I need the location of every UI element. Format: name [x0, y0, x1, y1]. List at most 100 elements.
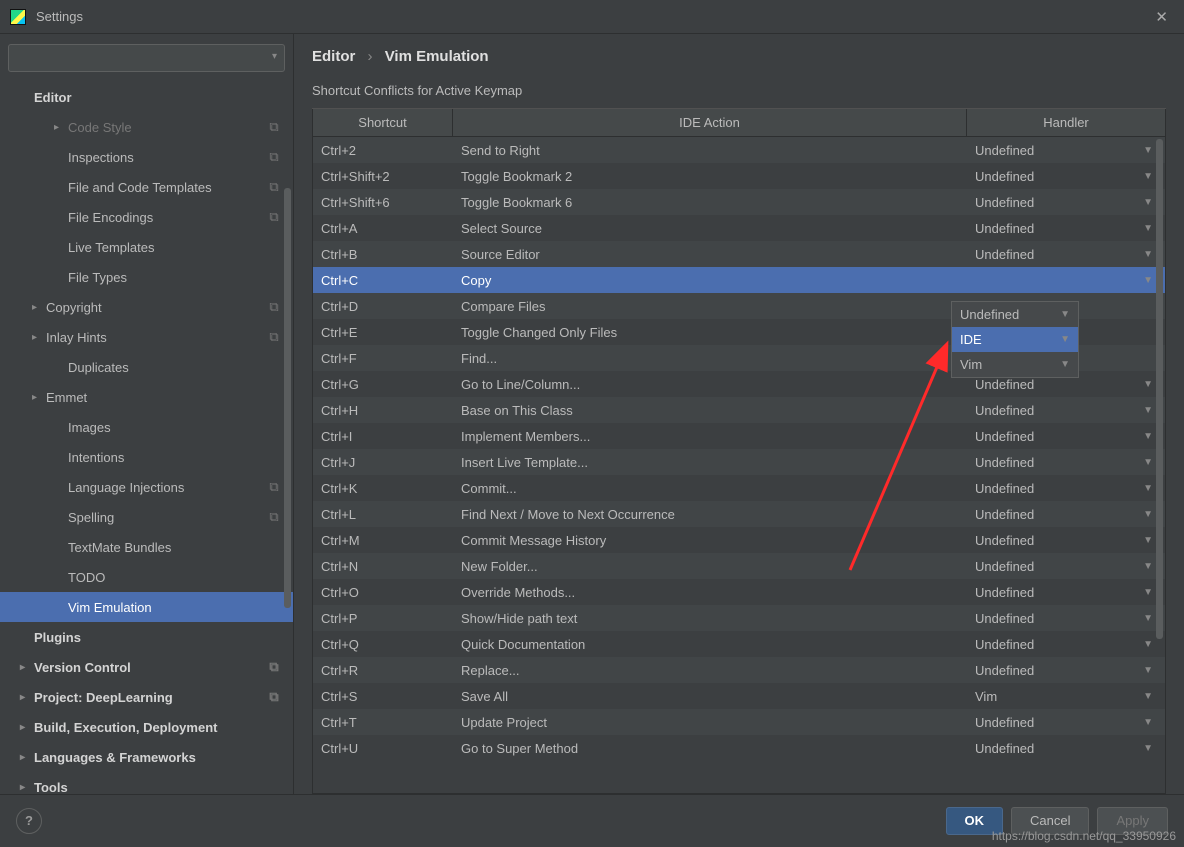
table-body[interactable]: Ctrl+2Send to RightUndefined▼Ctrl+Shift+… [313, 137, 1165, 787]
cell-handler[interactable]: Undefined▼ [967, 579, 1165, 605]
sidebar-item[interactable]: Intentions [0, 442, 293, 472]
table-row[interactable]: Ctrl+2Send to RightUndefined▼ [313, 137, 1165, 163]
dropdown-arrow-icon: ▼ [1060, 309, 1070, 320]
table-row[interactable]: Ctrl+NNew Folder...Undefined▼ [313, 553, 1165, 579]
sidebar-item[interactable]: ▸Copyright⧉ [0, 292, 293, 322]
table-row[interactable]: Ctrl+UGo to Super MethodUndefined▼ [313, 735, 1165, 761]
cell-handler[interactable]: Undefined▼ [967, 527, 1165, 553]
table-row[interactable]: Ctrl+JInsert Live Template...Undefined▼ [313, 449, 1165, 475]
cell-handler[interactable]: Vim▼ [967, 683, 1165, 709]
cell-handler[interactable]: Undefined▼ [967, 163, 1165, 189]
search-input[interactable] [8, 44, 285, 72]
sidebar-item[interactable]: ▸Project: DeepLearning⧉ [0, 682, 293, 712]
cell-action: Toggle Bookmark 6 [453, 189, 967, 215]
cell-handler[interactable]: Undefined▼ [967, 397, 1165, 423]
table-row[interactable]: Ctrl+LFind Next / Move to Next Occurrenc… [313, 501, 1165, 527]
table-row[interactable]: Ctrl+CCopy▼ [313, 267, 1165, 293]
handler-value: Undefined [975, 637, 1034, 652]
breadcrumb-root[interactable]: Editor [312, 48, 355, 65]
sidebar-item[interactable]: ▸Tools [0, 772, 293, 794]
table-row[interactable]: Ctrl+IImplement Members...Undefined▼ [313, 423, 1165, 449]
table-row[interactable]: Ctrl+TUpdate ProjectUndefined▼ [313, 709, 1165, 735]
sidebar-item[interactable]: Plugins [0, 622, 293, 652]
sidebar-item[interactable]: TODO [0, 562, 293, 592]
cell-handler[interactable]: Undefined▼ [967, 553, 1165, 579]
sidebar: ▾ Editor▸Code Style⧉Inspections⧉File and… [0, 34, 294, 794]
sidebar-item[interactable]: File and Code Templates⧉ [0, 172, 293, 202]
sidebar-item-label: Editor [34, 90, 263, 105]
scope-badge-icon: ⧉ [263, 479, 285, 495]
cell-shortcut: Ctrl+J [313, 449, 453, 475]
cell-shortcut: Ctrl+S [313, 683, 453, 709]
column-action[interactable]: IDE Action [453, 109, 967, 136]
dropdown-option[interactable]: Vim▼ [952, 352, 1078, 377]
cell-handler[interactable]: ▼ [967, 267, 1165, 293]
sidebar-item[interactable]: Live Templates [0, 232, 293, 262]
cell-handler[interactable]: Undefined▼ [967, 215, 1165, 241]
table-row[interactable]: Ctrl+PShow/Hide path textUndefined▼ [313, 605, 1165, 631]
sidebar-item-label: Duplicates [68, 360, 263, 375]
table-row[interactable]: Ctrl+RReplace...Undefined▼ [313, 657, 1165, 683]
table-row[interactable]: Ctrl+OOverride Methods...Undefined▼ [313, 579, 1165, 605]
cell-handler[interactable]: Undefined▼ [967, 449, 1165, 475]
cell-handler[interactable]: Undefined ▼ [967, 709, 1165, 735]
sidebar-item-label: Spelling [68, 510, 263, 525]
sidebar-item[interactable]: File Types [0, 262, 293, 292]
cell-handler[interactable]: Undefined▼ [967, 423, 1165, 449]
sidebar-item[interactable]: ▸Version Control⧉ [0, 652, 293, 682]
sidebar-item[interactable]: Images [0, 412, 293, 442]
sidebar-item[interactable]: Language Injections⧉ [0, 472, 293, 502]
dropdown-icon: ▼ [1143, 665, 1153, 676]
table-row[interactable]: Ctrl+KCommit...Undefined▼ [313, 475, 1165, 501]
sidebar-item[interactable]: ▸Languages & Frameworks [0, 742, 293, 772]
handler-value: Undefined [975, 533, 1034, 548]
sidebar-scrollbar[interactable] [284, 188, 291, 608]
settings-tree[interactable]: Editor ▸Code Style⧉Inspections⧉File and C… [0, 78, 293, 794]
handler-value: Undefined [975, 715, 1034, 730]
sidebar-item[interactable]: Duplicates [0, 352, 293, 382]
cell-handler[interactable]: Undefined▼ [967, 657, 1165, 683]
sidebar-item[interactable]: Spelling⧉ [0, 502, 293, 532]
cell-action: Save All [453, 683, 967, 709]
cell-handler[interactable]: Undefined▼ [967, 605, 1165, 631]
sidebar-item[interactable]: ▸Inlay Hints⧉ [0, 322, 293, 352]
sidebar-item[interactable]: Vim Emulation [0, 592, 293, 622]
sidebar-item[interactable]: ▸Build, Execution, Deployment [0, 712, 293, 742]
cell-shortcut: Ctrl+O [313, 579, 453, 605]
cell-handler[interactable]: Undefined▼ [967, 735, 1165, 761]
table-row[interactable]: Ctrl+QQuick DocumentationUndefined▼ [313, 631, 1165, 657]
cell-handler[interactable]: Undefined▼ [967, 501, 1165, 527]
sidebar-item[interactable]: TextMate Bundles [0, 532, 293, 562]
help-button[interactable]: ? [16, 808, 42, 834]
sidebar-item[interactable]: File Encodings⧉ [0, 202, 293, 232]
cell-handler[interactable]: Undefined▼ [967, 189, 1165, 215]
cell-shortcut: Ctrl+L [313, 501, 453, 527]
table-row[interactable]: Ctrl+ASelect SourceUndefined▼ [313, 215, 1165, 241]
sidebar-item-label: Language Injections [68, 480, 263, 495]
cell-handler[interactable]: Undefined▼ [967, 631, 1165, 657]
cell-handler[interactable]: Undefined▼ [967, 137, 1165, 163]
table-row[interactable]: Ctrl+BSource EditorUndefined▼ [313, 241, 1165, 267]
dropdown-option[interactable]: Undefined▼ [952, 302, 1078, 327]
table-row[interactable]: Ctrl+HBase on This ClassUndefined▼ [313, 397, 1165, 423]
dropdown-arrow-icon: ▼ [1060, 359, 1070, 370]
dropdown-icon: ▼ [1143, 717, 1153, 728]
dropdown-option[interactable]: IDE▼ [952, 327, 1078, 352]
sidebar-item[interactable]: ▸Emmet [0, 382, 293, 412]
cell-handler[interactable]: Undefined▼ [967, 241, 1165, 267]
table-row[interactable]: Ctrl+Shift+2Toggle Bookmark 2Undefined▼ [313, 163, 1165, 189]
table-row[interactable]: Ctrl+Shift+6Toggle Bookmark 6Undefined▼ [313, 189, 1165, 215]
close-button[interactable]: ✕ [1149, 4, 1174, 30]
column-shortcut[interactable]: Shortcut [313, 109, 453, 136]
handler-dropdown[interactable]: Undefined▼IDE▼Vim▼ [951, 301, 1079, 378]
cell-handler[interactable]: Undefined▼ [967, 475, 1165, 501]
table-header: Shortcut IDE Action Handler [313, 109, 1165, 137]
sidebar-item[interactable]: Inspections⧉ [0, 142, 293, 172]
handler-value: Vim [975, 689, 997, 704]
cell-action: Insert Live Template... [453, 449, 967, 475]
sidebar-item[interactable]: Editor [0, 82, 293, 112]
sidebar-item[interactable]: ▸Code Style⧉ [0, 112, 293, 142]
table-row[interactable]: Ctrl+MCommit Message HistoryUndefined▼ [313, 527, 1165, 553]
column-handler[interactable]: Handler [967, 109, 1165, 136]
table-row[interactable]: Ctrl+SSave AllVim▼ [313, 683, 1165, 709]
